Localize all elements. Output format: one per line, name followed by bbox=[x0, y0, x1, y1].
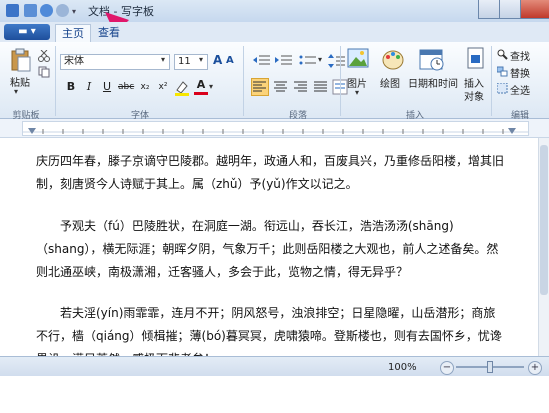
ruler[interactable] bbox=[22, 121, 529, 136]
cut-icon[interactable] bbox=[38, 50, 50, 62]
justify-icon[interactable] bbox=[314, 81, 328, 93]
paste-dropdown-icon[interactable]: ▾ bbox=[14, 87, 18, 96]
document-line: （shang），横无际涯；朝晖夕阴，气象万千；此则岳阳楼之大观也，前人之述备矣。… bbox=[36, 242, 499, 256]
zoom-in-button[interactable]: + bbox=[528, 361, 542, 375]
document-line: 则北通巫峡，南极潇湘，迁客骚人，多会于此，览物之情，得无异乎？ bbox=[36, 265, 409, 279]
font-color-button[interactable]: A bbox=[194, 78, 208, 92]
tab-home[interactable]: 主页 bbox=[55, 24, 91, 43]
qat-dropdown-icon[interactable]: ▾ bbox=[72, 7, 76, 16]
zoom-level: 100% bbox=[388, 362, 417, 373]
paste-button[interactable]: 粘贴 bbox=[10, 74, 30, 89]
shrink-font-icon[interactable]: A bbox=[226, 55, 234, 66]
group-separator bbox=[243, 46, 244, 116]
document-line: 不行，樯（qiáng）倾楫摧；薄(bó)暮冥冥，虎啸猿啼。登斯楼也，则有去国怀乡… bbox=[36, 329, 502, 343]
highlight-color-icon[interactable] bbox=[174, 80, 192, 96]
document-paragraph: 庆历四年春，滕子京谪守巴陵郡。越明年，政通人和，百废具兴，乃重修岳阳楼，增其旧 … bbox=[36, 150, 516, 196]
align-center-icon[interactable] bbox=[274, 81, 288, 93]
tab-view[interactable]: 查看 bbox=[92, 24, 126, 42]
bullets-dropdown-icon[interactable]: ▾ bbox=[318, 55, 322, 64]
scrollbar-thumb[interactable] bbox=[540, 145, 548, 295]
paint-drawing-button[interactable]: 绘图 bbox=[380, 75, 400, 90]
picture-dropdown-icon[interactable]: ▾ bbox=[355, 88, 359, 97]
font-color-dropdown-icon[interactable]: ▾ bbox=[209, 82, 213, 91]
file-menu-button[interactable]: ▬ ▾ bbox=[4, 24, 50, 40]
insert-object-label-line2: 对象 bbox=[464, 92, 484, 103]
group-separator bbox=[340, 46, 341, 116]
document-line: 予观夫（fú）巴陵胜状，在洞庭一湖。衔远山，吞长江，浩浩汤汤(shāng) bbox=[60, 219, 454, 233]
undo-icon[interactable] bbox=[40, 4, 53, 17]
font-color-swatch bbox=[194, 92, 208, 95]
increase-indent-icon[interactable] bbox=[274, 53, 294, 69]
zoom-slider-handle[interactable] bbox=[487, 361, 493, 373]
bold-button[interactable]: B bbox=[64, 80, 78, 94]
select-all-button[interactable]: 全选 bbox=[510, 82, 530, 97]
italic-button[interactable]: I bbox=[82, 80, 96, 94]
close-button[interactable] bbox=[520, 0, 549, 19]
title-bar bbox=[0, 0, 549, 22]
find-button[interactable]: 查找 bbox=[510, 48, 530, 63]
insert-object-icon[interactable] bbox=[466, 47, 486, 71]
font-family-dropdown-icon[interactable]: ▾ bbox=[161, 55, 165, 64]
select-all-icon[interactable] bbox=[497, 83, 508, 94]
group-separator bbox=[55, 46, 56, 116]
zoom-out-button[interactable]: − bbox=[440, 361, 454, 375]
font-family-select[interactable]: 宋体 bbox=[60, 54, 170, 70]
group-separator bbox=[491, 46, 492, 116]
font-size-dropdown-icon[interactable]: ▾ bbox=[199, 55, 203, 64]
subscript-icon[interactable]: x₂ bbox=[138, 80, 152, 94]
align-left-icon bbox=[253, 81, 266, 92]
document-line: 制，刻唐贤今人诗赋于其上。属（zhǔ）予(yǔ)作文以记之。 bbox=[36, 177, 358, 191]
app-icon[interactable] bbox=[6, 4, 19, 17]
minimize-button[interactable] bbox=[478, 0, 500, 19]
datetime-icon[interactable] bbox=[419, 47, 445, 71]
underline-button[interactable]: U bbox=[100, 80, 114, 94]
maximize-button[interactable] bbox=[499, 0, 521, 19]
document-paragraph: 予观夫（fú）巴陵胜状，在洞庭一湖。衔远山，吞长江，浩浩汤汤(shāng) （s… bbox=[36, 215, 516, 284]
line-spacing-icon[interactable] bbox=[328, 53, 346, 69]
bottom-blank-area bbox=[0, 376, 549, 413]
grow-font-icon[interactable]: A bbox=[213, 53, 222, 67]
right-indent-marker-icon[interactable] bbox=[508, 128, 516, 136]
redo-icon[interactable] bbox=[56, 4, 69, 17]
paint-drawing-icon[interactable] bbox=[381, 47, 405, 71]
find-icon[interactable] bbox=[497, 49, 508, 60]
replace-button[interactable]: 替换 bbox=[510, 65, 530, 80]
indent-marker-icon[interactable] bbox=[28, 128, 36, 136]
document-line: 庆历四年春，滕子京谪守巴陵郡。越明年，政通人和，百废具兴，乃重修岳阳楼，增其旧 bbox=[36, 154, 505, 168]
strikethrough-icon[interactable]: abc bbox=[118, 80, 134, 94]
document-line: 若夫淫(yín)雨霏霏，连月不开；阴风怒号，浊浪排空；日星隐曜，山岳潜形；商旅 bbox=[60, 306, 496, 320]
datetime-button[interactable]: 日期和时间 bbox=[408, 75, 458, 90]
decrease-indent-icon[interactable] bbox=[252, 53, 272, 69]
save-icon[interactable] bbox=[24, 4, 37, 17]
superscript-icon[interactable]: x² bbox=[156, 80, 170, 94]
picture-icon[interactable] bbox=[347, 47, 369, 71]
align-right-icon[interactable] bbox=[294, 81, 308, 93]
paste-icon[interactable] bbox=[10, 48, 32, 72]
replace-icon[interactable] bbox=[497, 66, 508, 77]
bullets-icon[interactable] bbox=[298, 53, 318, 69]
copy-icon[interactable] bbox=[38, 66, 50, 78]
